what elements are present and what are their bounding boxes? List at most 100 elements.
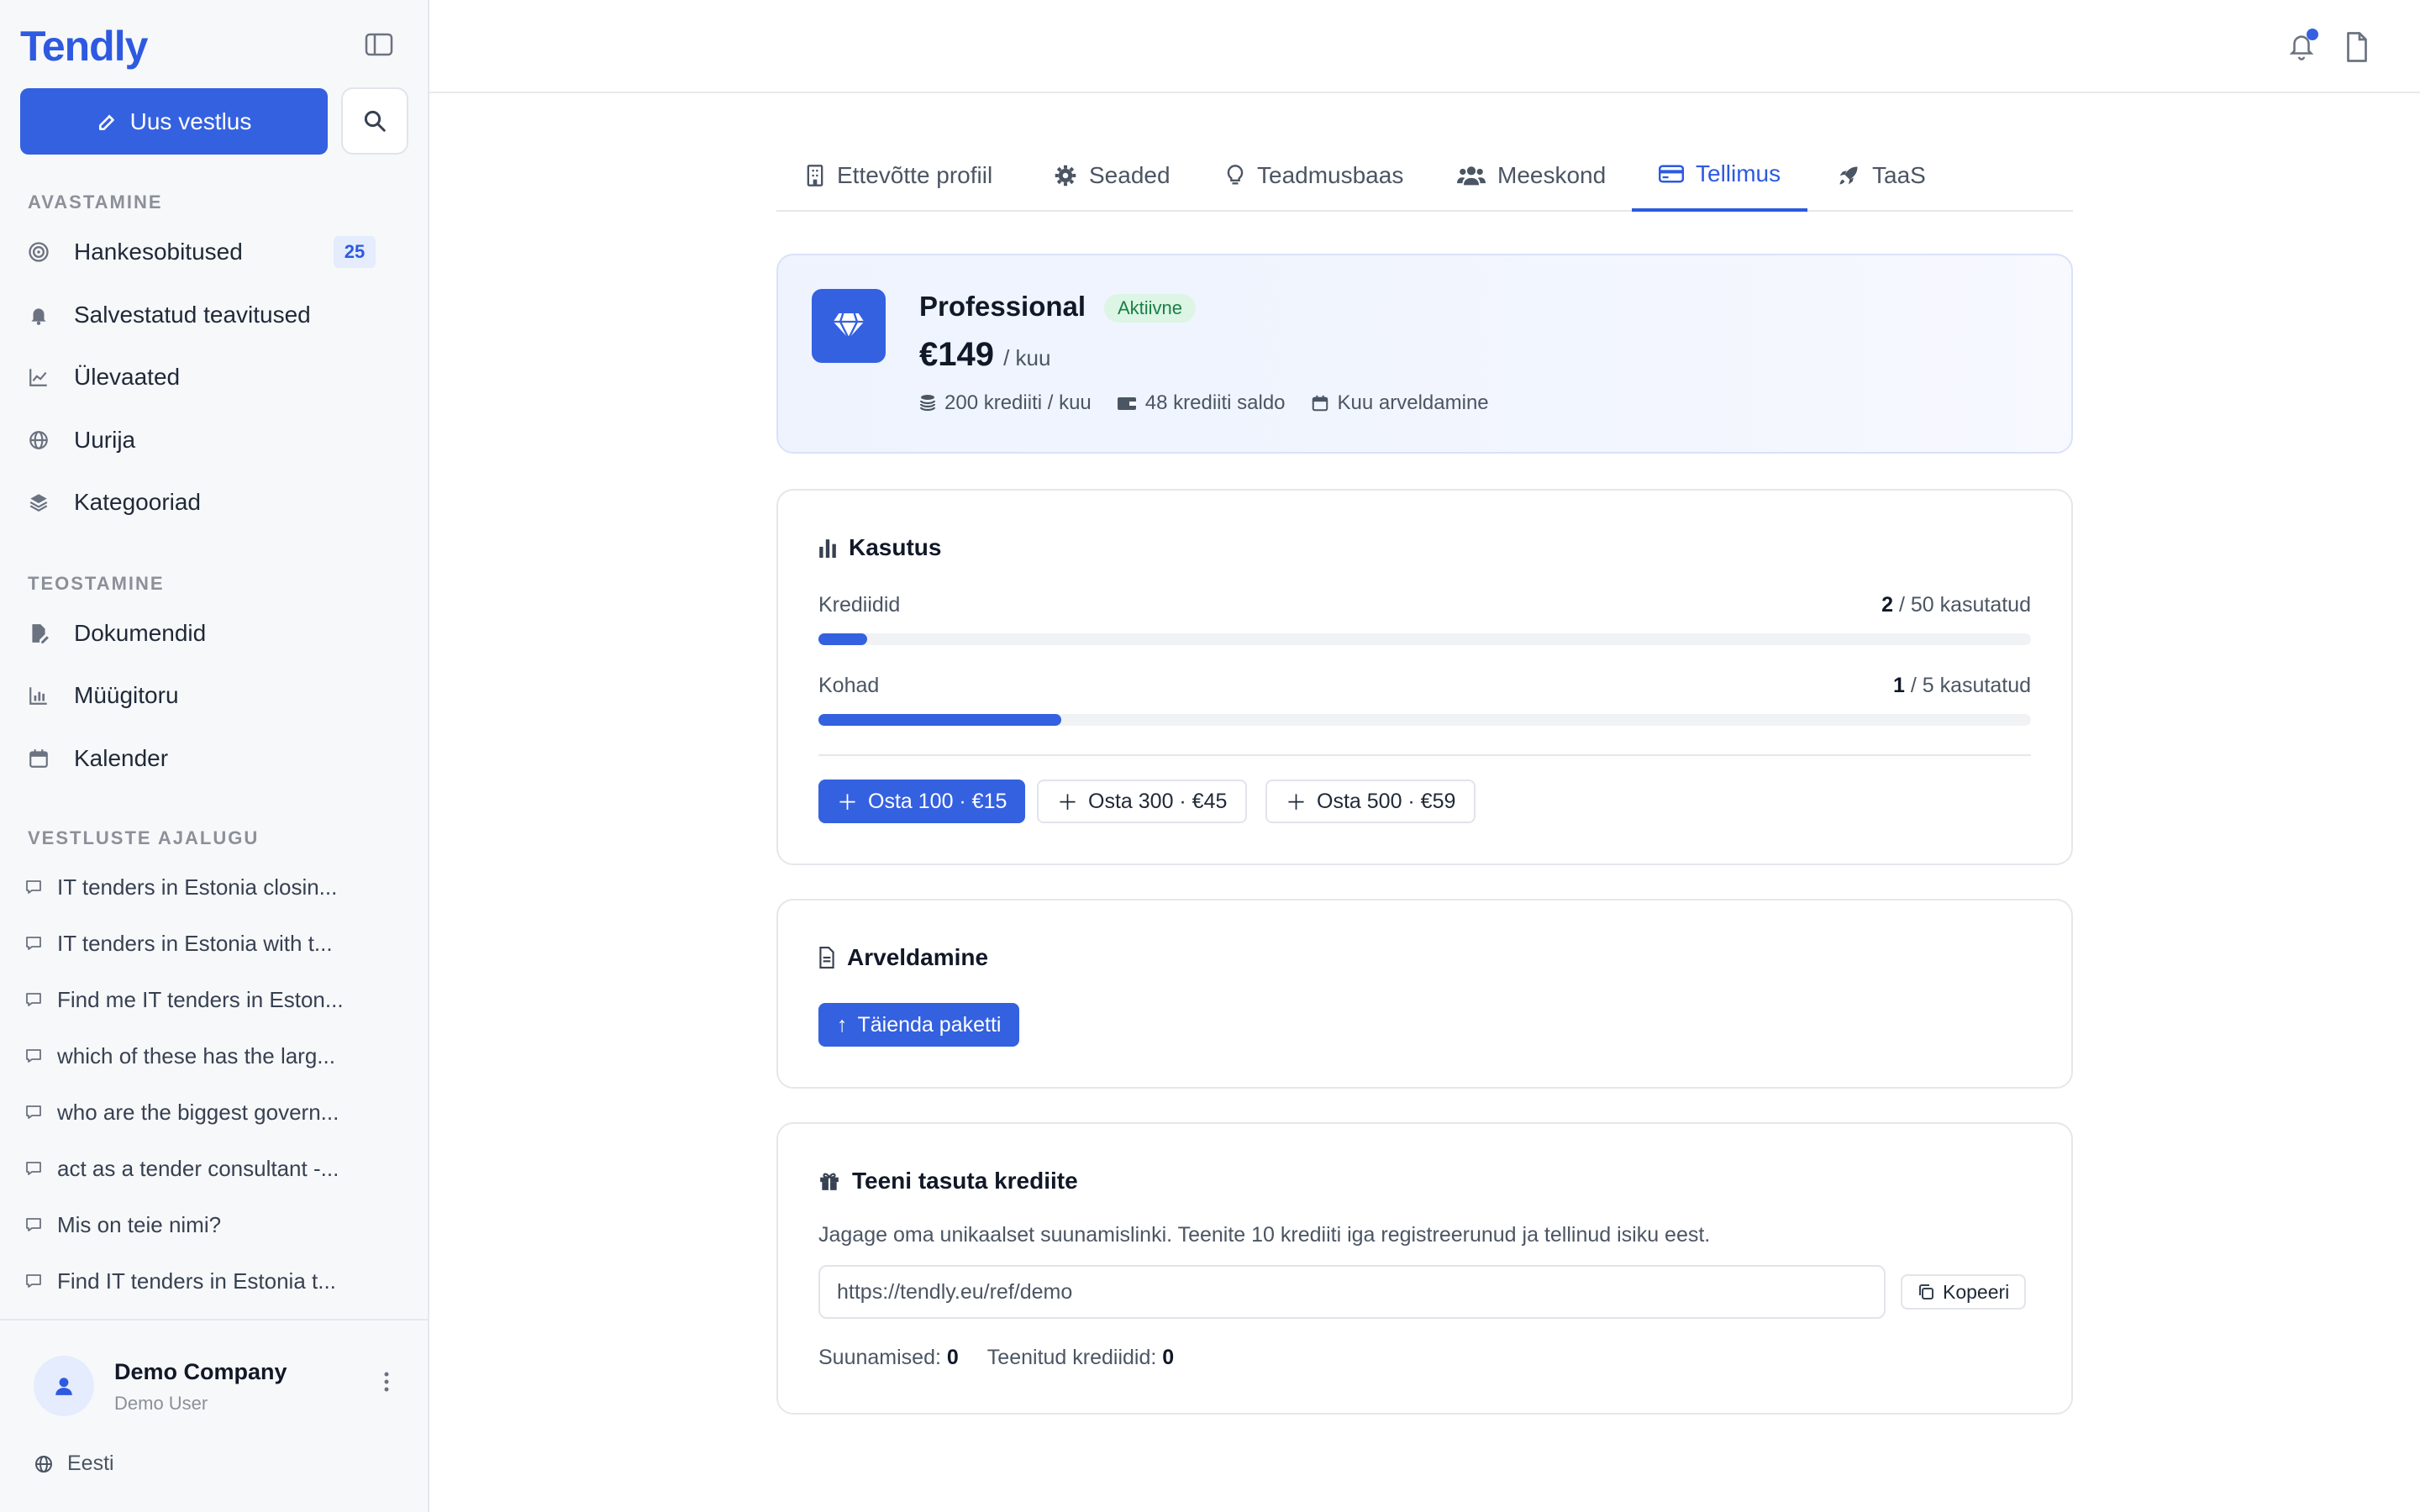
language-label: Eesti	[67, 1452, 114, 1475]
history-item[interactable]: who are the biggest govern...	[25, 1091, 378, 1133]
count-badge: 25	[334, 236, 376, 268]
price-unit: / kuu	[1003, 345, 1051, 370]
rocket-icon	[1839, 166, 1858, 185]
history-item[interactable]: Find me IT tenders in Eston...	[25, 979, 378, 1021]
history-item-label: who are the biggest govern...	[57, 1099, 339, 1125]
sidebar-item-label: Uurija	[74, 427, 136, 453]
history-item[interactable]: Find IT tenders in Estonia t...	[25, 1260, 378, 1302]
history-item-label: IT tenders in Estonia with t...	[57, 930, 333, 956]
section-label-create: TEOSTAMINE	[28, 573, 165, 594]
progress-bar	[818, 714, 2031, 726]
plan-meta-billing: Kuu arveldamine	[1311, 391, 1489, 415]
new-chat-label: Uus vestlus	[129, 108, 252, 134]
avatar	[34, 1356, 94, 1416]
user-profile[interactable]: Demo Company Demo User	[0, 1319, 428, 1420]
search-button[interactable]	[341, 87, 408, 155]
sidebar-item-documents[interactable]: Dokumendid	[25, 608, 403, 659]
bar-chart-icon	[819, 539, 836, 558]
history-item[interactable]: act as a tender consultant -...	[25, 1147, 378, 1189]
usage-value: 2 / 50 kasutatud	[1881, 593, 2031, 617]
sidebar-item-overviews[interactable]: Ülevaated	[25, 352, 403, 402]
sidebar-item-tender-matches[interactable]: Hankesobitused 25	[25, 227, 403, 277]
bell-icon	[25, 302, 52, 328]
new-chat-button[interactable]: Uus vestlus	[20, 88, 328, 155]
referral-stats: Suunamised: 0 Teenitud krediidid: 0	[818, 1346, 1174, 1370]
plus-icon: ＋	[1057, 791, 1079, 815]
billing-title: Arveldamine	[818, 944, 988, 971]
app-logo[interactable]: Tendly	[20, 22, 148, 71]
tab-company-profile[interactable]: Ettevõtte profiil	[805, 139, 992, 212]
referral-title: Teeni tasuta krediite	[818, 1168, 1078, 1194]
history-item-label: IT tenders in Estonia closin...	[57, 874, 338, 900]
edit-icon	[98, 113, 114, 130]
sidebar-item-explorer[interactable]: Uurija	[25, 415, 403, 465]
tab-taas[interactable]: TaaS	[1837, 139, 1926, 212]
history-item-label: act as a tender consultant -...	[57, 1155, 339, 1181]
tab-subscription[interactable]: Tellimus	[1632, 139, 1808, 212]
upgrade-plan-button[interactable]: ↑ Täienda paketti	[818, 1003, 1020, 1047]
target-icon	[25, 239, 52, 265]
usage-title: Kasutus	[818, 534, 941, 561]
usage-row-credits: Krediidid 2 / 50 kasutatud	[818, 593, 2031, 645]
sidebar-item-pipeline[interactable]: Müügitoru	[25, 670, 403, 721]
chat-bubble-icon	[25, 1216, 45, 1233]
calendar-icon	[1312, 395, 1328, 412]
chart-line-icon	[25, 364, 52, 391]
chat-bubble-icon	[25, 1273, 45, 1289]
copy-icon	[1919, 1284, 1933, 1299]
user-icon	[55, 1378, 72, 1395]
plan-meta-balance: 48 krediiti saldo	[1117, 391, 1286, 415]
sidebar-toggle-icon[interactable]	[365, 32, 398, 60]
history-item[interactable]: IT tenders in Estonia closin...	[25, 866, 378, 908]
earned-credits-stat: Teenitud krediidid: 0	[986, 1346, 1175, 1369]
billing-card: Arveldamine ↑ Täienda paketti	[776, 899, 2073, 1089]
document-icon[interactable]	[2344, 32, 2370, 66]
chat-bubble-icon	[25, 1160, 45, 1177]
sidebar: Tendly Uus vestlus AVASTAMINE Hankesobit…	[0, 0, 429, 1512]
layers-icon	[25, 489, 52, 516]
invoice-icon	[819, 947, 834, 969]
history-item[interactable]: which of these has the larg...	[25, 1035, 378, 1077]
sidebar-item-calendar[interactable]: Kalender	[25, 733, 403, 784]
more-vertical-icon[interactable]	[382, 1371, 391, 1397]
status-badge: Aktiivne	[1104, 294, 1197, 323]
buy-500-button[interactable]: ＋ Osta 500 · €59	[1265, 780, 1476, 823]
tab-team[interactable]: Meeskond	[1457, 139, 1606, 212]
buy-100-button[interactable]: ＋ Osta 100 · €15	[818, 780, 1026, 823]
referral-link-input[interactable]: https://tendly.eu/ref/demo	[818, 1265, 1886, 1319]
copy-button[interactable]: Kopeeri	[1901, 1274, 2027, 1310]
sidebar-item-label: Hankesobitused	[74, 239, 243, 265]
chat-bubble-icon	[25, 935, 45, 952]
chat-bubble-icon	[25, 991, 45, 1008]
progress-bar	[818, 633, 2031, 645]
chat-bubble-icon	[25, 1104, 45, 1121]
credit-card-icon	[1659, 165, 1684, 183]
history-item[interactable]: IT tenders in Estonia with t...	[25, 922, 378, 964]
coins-icon	[919, 395, 936, 412]
divider	[818, 754, 2031, 756]
usage-card: Kasutus Krediidid 2 / 50 kasutatud Kohad…	[776, 489, 2073, 865]
company-name: Demo Company	[114, 1359, 287, 1384]
tab-settings[interactable]: Seaded	[1054, 139, 1171, 212]
top-bar	[429, 0, 2420, 93]
globe-icon	[35, 1455, 52, 1473]
arrow-up-icon: ↑	[837, 1012, 848, 1037]
history-item[interactable]: Mis on teie nimi?	[25, 1204, 378, 1246]
buy-300-button[interactable]: ＋ Osta 300 · €45	[1037, 780, 1248, 823]
sidebar-item-saved-alerts[interactable]: Salvestatud teavitused	[25, 290, 403, 340]
sidebar-item-label: Kategooriad	[74, 489, 202, 515]
tab-label: Tellimus	[1696, 160, 1781, 186]
history-item-label: Find me IT tenders in Eston...	[57, 986, 344, 1012]
tab-knowledge-base[interactable]: Teadmusbaas	[1225, 139, 1403, 212]
sidebar-item-label: Müügitoru	[74, 682, 179, 708]
sidebar-item-categories[interactable]: Kategooriad	[25, 477, 403, 528]
language-selector[interactable]: Eesti	[34, 1452, 114, 1476]
wallet-icon	[1117, 397, 1136, 410]
bar-chart-icon	[25, 682, 52, 709]
users-icon	[1457, 166, 1486, 186]
plan-meta: 200 krediiti / kuu 48 krediiti saldo Kuu…	[919, 391, 1489, 415]
tab-label: Teadmusbaas	[1257, 162, 1404, 188]
history-item-label: Find IT tenders in Estonia t...	[57, 1268, 336, 1294]
notification-dot	[2307, 29, 2318, 40]
usage-row-seats: Kohad 1 / 5 kasutatud	[818, 674, 2031, 726]
